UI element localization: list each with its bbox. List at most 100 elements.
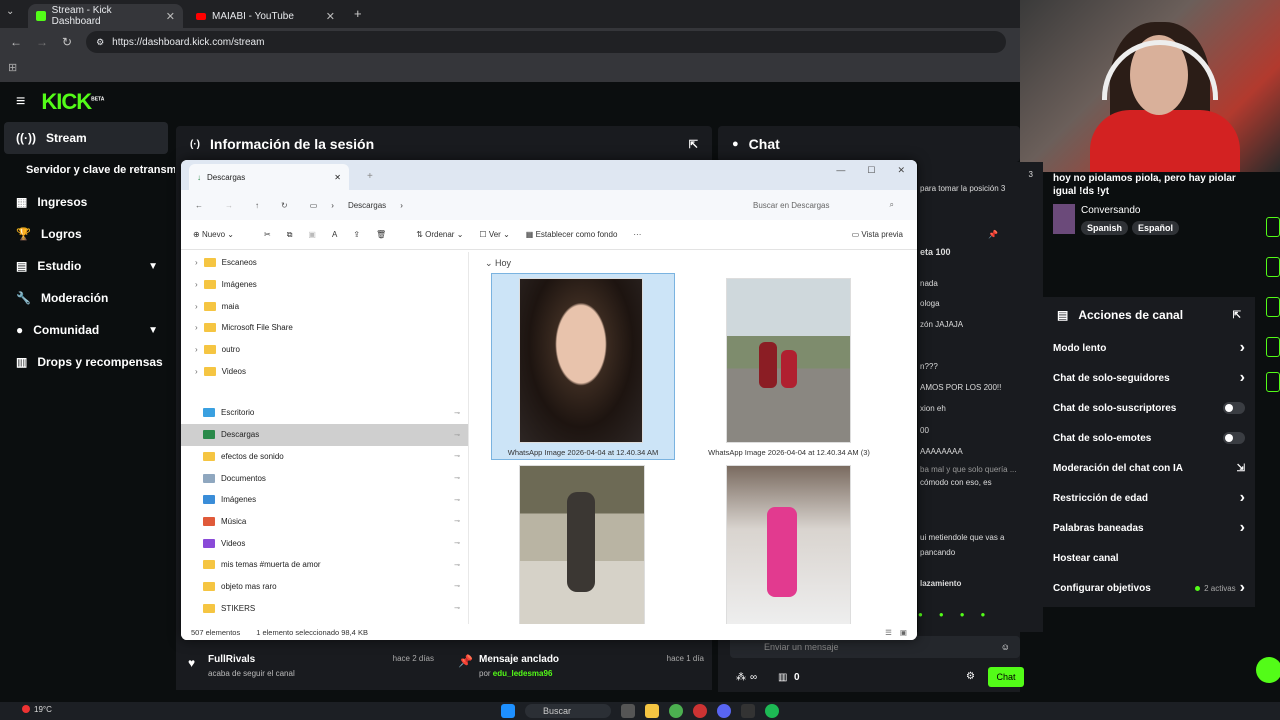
up-icon[interactable]: ↑ — [255, 201, 259, 210]
sidebar-item-drops[interactable]: ▥ Drops y recompensas — [0, 346, 172, 378]
channel-action-row[interactable]: Moderación del chat con IA ⇲ — [1043, 453, 1255, 483]
chevron-right-icon[interactable]: › — [195, 302, 198, 311]
settings-icon[interactable]: ⚙ — [966, 671, 975, 682]
tree-item[interactable]: › outro — [181, 339, 468, 361]
maximize-icon[interactable]: ☐ — [867, 165, 875, 176]
share-icon[interactable]: ⇪ — [353, 230, 360, 239]
breadcrumb[interactable]: ▭ › Descargas › — [310, 194, 720, 216]
set-wallpaper-button[interactable]: ▦ Establecer como fondo — [526, 230, 618, 239]
cut-icon[interactable]: ✂ — [264, 230, 271, 239]
toggle-switch[interactable] — [1223, 432, 1245, 444]
pin-icon[interactable]: ⊸ — [454, 431, 460, 439]
close-window-icon[interactable]: ✕ — [897, 165, 905, 176]
quick-access-item[interactable]: efectos de sonido ⊸ — [181, 446, 468, 468]
spotify-icon[interactable] — [765, 704, 779, 718]
sidebar-item-achievements[interactable]: 🏆 Logros — [0, 218, 172, 250]
discord-icon[interactable] — [717, 704, 731, 718]
pin-icon[interactable]: ⊸ — [454, 474, 460, 482]
sidebar-item-community[interactable]: ● Comunidad ▼ — [0, 314, 172, 346]
channel-action-row[interactable]: Palabras baneadas › — [1043, 513, 1255, 543]
minimize-icon[interactable]: — — [836, 165, 845, 176]
channel-action-row[interactable]: Hostear canal — [1043, 543, 1255, 573]
quick-access-item[interactable]: Música ⊸ — [181, 511, 468, 533]
pin-icon[interactable]: ⊸ — [454, 582, 460, 590]
tree-item[interactable]: › maia — [181, 295, 468, 317]
tool-icon[interactable] — [1266, 297, 1280, 317]
explorer-tab[interactable]: ↓ Descargas ✕ — [189, 164, 349, 190]
tag-chip[interactable]: Español — [1132, 221, 1180, 235]
channel-action-row[interactable]: Chat de solo-seguidores › — [1043, 363, 1255, 393]
tiles-view-icon[interactable]: ▣ — [900, 628, 907, 637]
chevron-right-icon[interactable]: › — [1240, 339, 1245, 357]
tab-kick-dashboard[interactable]: Stream - Kick Dashboard ✕ — [28, 4, 183, 28]
kick-logo[interactable]: KICKBETA — [41, 89, 104, 115]
activity-user[interactable]: FullRivals — [208, 654, 255, 665]
channel-action-row[interactable]: Configurar objetivos 2 activas › — [1043, 573, 1255, 603]
sort-button[interactable]: ⇅ Ordenar ⌄ — [416, 230, 463, 239]
pin-icon[interactable]: 📌 — [988, 230, 998, 239]
menu-icon[interactable]: ≡ — [16, 93, 25, 111]
chevron-right-icon[interactable]: › — [1240, 489, 1245, 507]
app-icon[interactable] — [741, 704, 755, 718]
emote-icon[interactable]: ● — [960, 610, 965, 619]
quick-access-item[interactable]: Descargas ⊸ — [181, 423, 468, 446]
tool-icon[interactable] — [1266, 337, 1280, 357]
apps-grid-icon[interactable]: ⊞ — [8, 61, 17, 74]
delete-icon[interactable]: 🗑 — [376, 230, 386, 239]
chevron-right-icon[interactable]: › — [1240, 519, 1245, 537]
chevron-right-icon[interactable]: › — [1240, 579, 1245, 597]
toggle-switch[interactable] — [1223, 402, 1245, 414]
emote-icon[interactable]: ● — [939, 610, 944, 619]
tool-icon[interactable] — [1266, 217, 1280, 237]
new-button[interactable]: ⊕ Nuevo ⌄ — [193, 230, 234, 239]
chevron-right-icon[interactable]: › — [1240, 369, 1245, 387]
task-view-icon[interactable] — [621, 704, 635, 718]
new-tab-icon[interactable]: + — [367, 171, 373, 182]
external-link-icon[interactable]: ⇲ — [1237, 463, 1245, 474]
pin-icon[interactable]: ⊸ — [454, 517, 460, 525]
chevron-right-icon[interactable]: › — [195, 367, 198, 376]
close-tab-icon[interactable]: ✕ — [326, 10, 335, 23]
tree-item[interactable]: › Videos — [181, 360, 468, 382]
rename-icon[interactable]: A — [332, 230, 337, 239]
close-tab-icon[interactable]: ✕ — [334, 173, 341, 182]
chevron-right-icon[interactable]: › — [195, 280, 198, 289]
popout-icon[interactable]: ⇱ — [689, 138, 698, 151]
popout-icon[interactable]: ⇱ — [1233, 310, 1241, 321]
pin-icon[interactable]: ⊸ — [454, 539, 460, 547]
back-icon[interactable]: ← — [10, 35, 22, 49]
taskbar-search[interactable]: Buscar — [524, 704, 611, 718]
channel-action-row[interactable]: Modo lento › — [1043, 333, 1255, 363]
emoji-icon[interactable]: ☺ — [1001, 642, 1010, 652]
url-bar[interactable]: ⚙ https://dashboard.kick.com/stream — [86, 31, 1007, 53]
tab-youtube[interactable]: MAIABI - YouTube ✕ — [188, 4, 343, 28]
sidebar-item-stream[interactable]: ((·)) Stream — [4, 122, 168, 154]
refresh-icon[interactable]: ↻ — [281, 201, 288, 210]
tree-item[interactable]: › Microsoft File Share — [181, 317, 468, 339]
sidebar-item-income[interactable]: ▦ Ingresos — [0, 186, 172, 218]
pin-icon[interactable]: ⊸ — [454, 604, 460, 612]
quick-access-item[interactable]: Videos ⊸ — [181, 532, 468, 554]
copy-icon[interactable]: ⧉ — [287, 230, 293, 240]
tag-chip[interactable]: Spanish — [1081, 221, 1129, 235]
app-icon[interactable] — [693, 704, 707, 718]
send-chat-button[interactable]: Chat — [988, 667, 1024, 687]
pin-icon[interactable]: ⊸ — [454, 409, 460, 417]
sidebar-item-server-key[interactable]: Servidor y clave de retransmisión — [0, 154, 175, 186]
view-button[interactable]: ☐ Ver ⌄ — [479, 230, 509, 239]
quick-access-item[interactable]: objeto mas raro ⊸ — [181, 576, 468, 598]
category-name[interactable]: Conversando — [1081, 205, 1140, 216]
forward-icon[interactable]: → — [225, 201, 233, 210]
pin-icon[interactable]: ⊸ — [454, 496, 460, 504]
group-header[interactable]: ⌄ Hoy — [485, 258, 511, 269]
site-info-icon[interactable]: ⚙ — [96, 37, 104, 48]
channel-action-row[interactable]: Chat de solo-suscriptores — [1043, 393, 1255, 423]
pin-icon[interactable]: ⊸ — [454, 561, 460, 569]
reload-icon[interactable]: ↻ — [62, 35, 72, 49]
channel-action-row[interactable]: Chat de solo-emotes — [1043, 423, 1255, 453]
tool-icon[interactable] — [1266, 372, 1280, 392]
kick-chat-bubble-icon[interactable] — [1256, 657, 1280, 683]
quick-access-item[interactable]: Documentos ⊸ — [181, 467, 468, 489]
breadcrumb-item[interactable]: Descargas — [348, 201, 386, 210]
sidebar-item-moderation[interactable]: 🔧 Moderación — [0, 282, 172, 314]
